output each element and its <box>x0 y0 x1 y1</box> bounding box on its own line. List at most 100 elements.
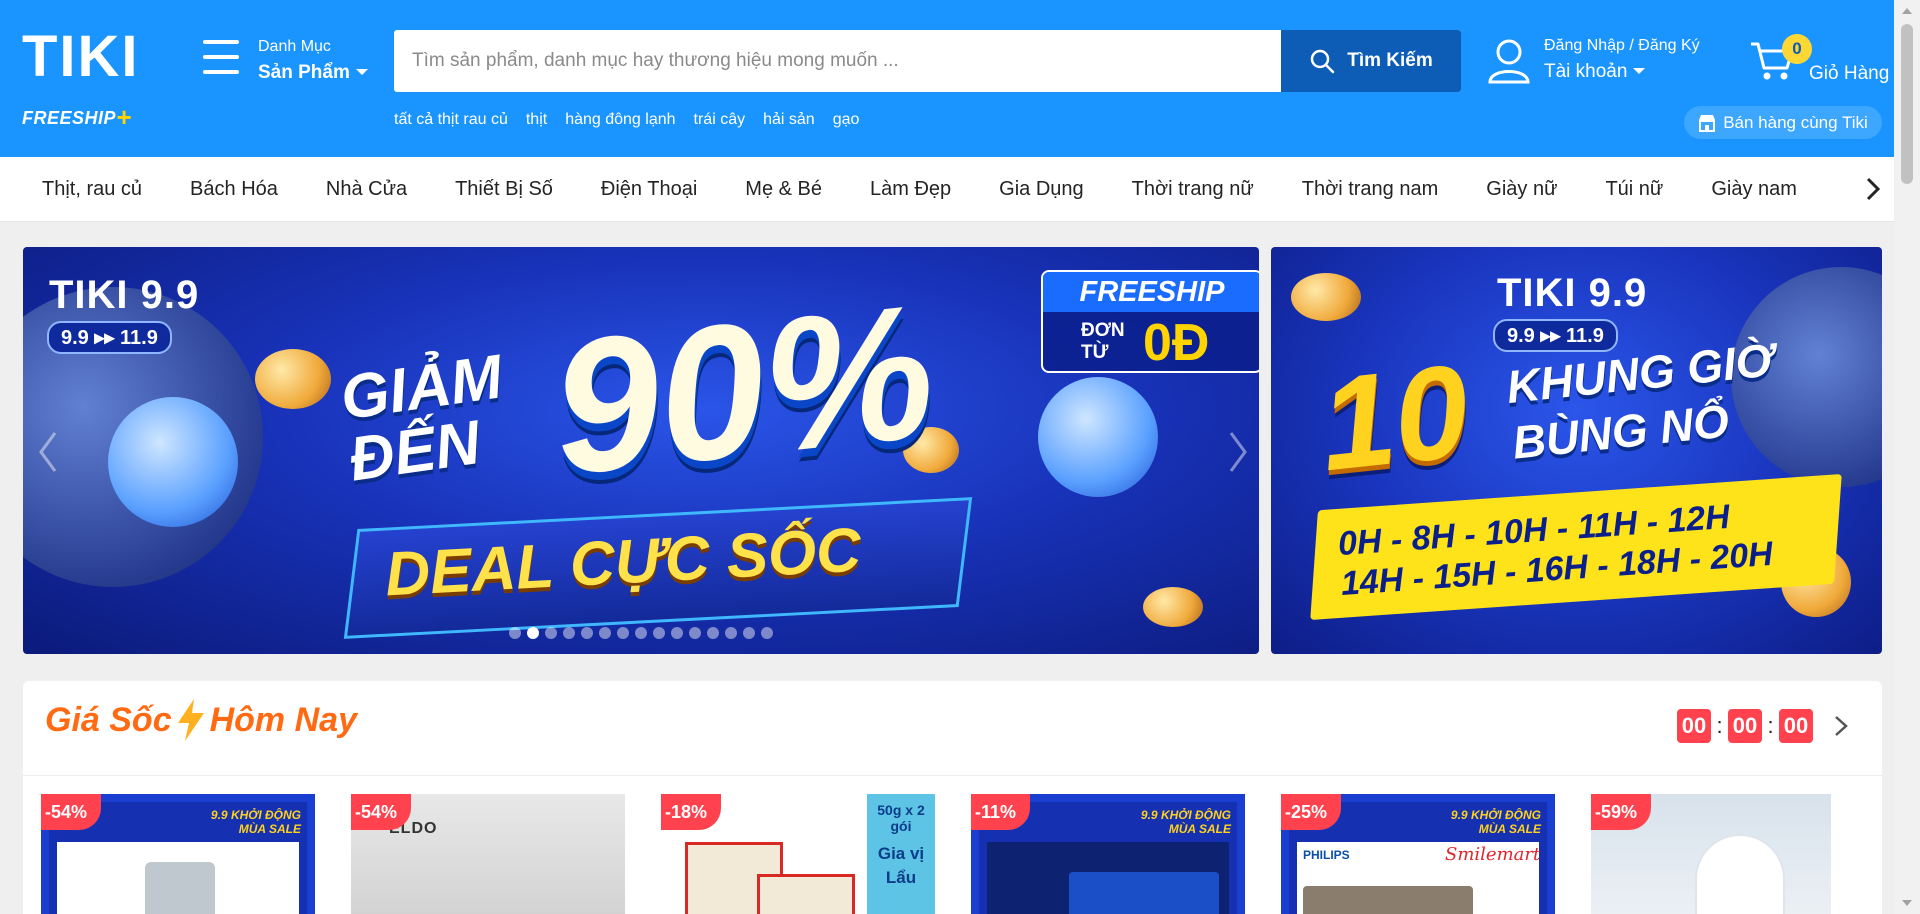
chevron-right-icon[interactable] <box>1223 427 1253 477</box>
chevron-right-icon[interactable] <box>1858 174 1888 204</box>
category-menu-small-label: Danh Mục <box>258 38 331 55</box>
category-item[interactable]: Làm Đẹp <box>870 178 951 201</box>
product-card[interactable]: 9.9 KHỞI ĐỘNG MÙA SALE PHILIPS Smilemart… <box>1281 794 1555 914</box>
slide-dot[interactable] <box>509 627 521 639</box>
flash-sale-section: Giá Sốc Hôm Nay 00 : 00 : 00 9.9 KHỞI ĐỘ… <box>23 681 1882 914</box>
search-bar: Tìm Kiếm <box>394 30 1461 92</box>
brand-label: Smilemart <box>1445 844 1541 865</box>
product-card[interactable]: 50g x 2 gói Gia vị Lẩu -18% <box>661 794 935 914</box>
category-item[interactable]: Giày nam <box>1711 178 1797 201</box>
scroll-down-arrow-icon[interactable] <box>1902 900 1912 906</box>
discount-badge: -54% <box>41 794 102 830</box>
slide-dot[interactable] <box>635 627 647 639</box>
chevron-right-icon[interactable] <box>1831 714 1851 738</box>
slide-dot[interactable] <box>599 627 611 639</box>
freeship-plus-badge: FREESHIP+ <box>22 104 132 130</box>
login-register-label: Đăng Nhập / Đăng Ký <box>1544 37 1700 54</box>
page-scrollbar[interactable] <box>1894 0 1920 914</box>
category-item[interactable]: Bách Hóa <box>190 178 278 201</box>
slide-dot[interactable] <box>671 627 683 639</box>
slide-dot[interactable] <box>725 627 737 639</box>
scroll-thumb[interactable] <box>1901 24 1913 184</box>
coin-decoration <box>1291 273 1361 321</box>
sale-tag: 9.9 KHỞI ĐỘNG MÙA SALE <box>1450 808 1541 836</box>
astronaut-mascot-left <box>108 397 238 527</box>
tiki-99-logo: TIKI 9.9 <box>49 273 200 317</box>
category-item[interactable]: Thời trang nữ <box>1132 178 1254 201</box>
product-box-image <box>1069 872 1219 914</box>
cart-button[interactable]: 0 Giỏ Hàng <box>1749 34 1889 90</box>
spice-packet-image <box>757 874 855 914</box>
khung-gio-headline: KHUNG GIỜ BÙNG NỔ <box>1504 333 1777 469</box>
category-item[interactable]: Điện Thoại <box>601 178 697 201</box>
product-side-text: Gia vị Lẩu <box>877 844 925 887</box>
slide-dot[interactable] <box>545 627 557 639</box>
category-item[interactable]: Nhà Cửa <box>326 178 407 201</box>
freeship-title: FREESHIP <box>1043 272 1259 312</box>
headline-percent: 90% <box>542 264 944 516</box>
quick-link[interactable]: trái cây <box>694 111 746 129</box>
category-list: Thịt, rau củ Bách Hóa Nhà Cửa Thiết Bị S… <box>42 157 1845 222</box>
user-icon <box>1488 39 1530 84</box>
category-bar: Thịt, rau củ Bách Hóa Nhà Cửa Thiết Bị S… <box>0 157 1894 222</box>
quick-link[interactable]: hàng đông lạnh <box>565 111 675 129</box>
category-item[interactable]: Gia Dụng <box>999 178 1084 201</box>
promo-date-range: 9.9 ▸▸ 11.9 <box>1493 319 1618 352</box>
product-card[interactable]: 9.9 KHỞI ĐỘNG MÙA SALE -54% <box>41 794 315 914</box>
slide-dot[interactable] <box>653 627 665 639</box>
main-promo-banner[interactable]: TIKI 9.9 9.9 ▸▸ 11.9 GIẢM ĐẾN 90% DEAL CỰ… <box>23 247 1259 654</box>
slide-dot[interactable] <box>743 627 755 639</box>
slide-dot[interactable] <box>761 627 773 639</box>
freeship-box: FREESHIP ĐƠN TỪ 0Đ <box>1041 270 1259 373</box>
slide-dot[interactable] <box>527 627 539 639</box>
camera-image <box>1695 834 1785 914</box>
account-label: Tài khoản <box>1544 61 1646 83</box>
category-item[interactable]: Mẹ & Bé <box>745 178 822 201</box>
category-item[interactable]: Túi nữ <box>1605 178 1663 201</box>
freeship-amount: 0Đ <box>1143 314 1210 372</box>
quick-link[interactable]: hải sản <box>763 111 815 129</box>
search-input[interactable] <box>394 30 1281 92</box>
plus-icon: + <box>116 102 132 132</box>
chevron-left-icon[interactable] <box>33 427 63 477</box>
countdown-minutes: 00 <box>1728 709 1762 743</box>
sell-with-tiki-button[interactable]: Bán hàng cùng Tiki <box>1684 106 1882 139</box>
countdown-hours: 00 <box>1677 709 1711 743</box>
category-item[interactable]: Giày nữ <box>1486 178 1557 201</box>
product-card[interactable]: -59% <box>1591 794 1831 914</box>
slide-dot[interactable] <box>581 627 593 639</box>
headline-giam-den: GIẢM ĐẾN <box>336 342 507 495</box>
slide-dot[interactable] <box>563 627 575 639</box>
freeship-condition: ĐƠN TỪ <box>1081 320 1125 363</box>
search-icon <box>1310 49 1335 74</box>
category-menu-button[interactable]: Danh Mục Sản Phẩm <box>203 36 373 86</box>
appliance-image <box>1303 886 1473 914</box>
slide-indicator <box>509 627 773 639</box>
category-item[interactable]: Thịt, rau củ <box>42 178 142 201</box>
tiki-logo[interactable]: TIKI <box>22 24 138 90</box>
category-item[interactable]: Thiết Bị Số <box>455 178 553 201</box>
scroll-up-arrow-icon[interactable] <box>1902 8 1912 14</box>
discount-badge: -18% <box>661 794 722 830</box>
category-item[interactable]: Thời trang nam <box>1302 178 1439 201</box>
ten-number: 10 <box>1313 336 1476 499</box>
slide-dot[interactable] <box>689 627 701 639</box>
search-button[interactable]: Tìm Kiếm <box>1281 30 1461 92</box>
coin-decoration <box>1143 587 1203 627</box>
side-promo-banner[interactable]: TIKI 9.9 9.9 ▸▸ 11.9 10 KHUNG GIỜ BÙNG NỔ… <box>1271 247 1882 654</box>
product-card[interactable]: ELDO -54% <box>351 794 625 914</box>
search-button-label: Tìm Kiếm <box>1347 50 1433 71</box>
sale-tag: 9.9 KHỞI ĐỘNG MÙA SALE <box>1140 808 1231 836</box>
product-card[interactable]: 9.9 KHỞI ĐỘNG MÙA SALE -11% <box>971 794 1245 914</box>
mop-bucket-image <box>145 862 215 914</box>
quick-link[interactable]: thịt <box>526 111 547 129</box>
discount-badge: -59% <box>1591 794 1652 830</box>
store-icon <box>1699 114 1716 132</box>
account-menu[interactable]: Đăng Nhập / Đăng Ký Tài khoản <box>1487 34 1707 90</box>
slide-dot[interactable] <box>617 627 629 639</box>
quick-link[interactable]: gạo <box>833 111 860 129</box>
countdown-seconds: 00 <box>1779 709 1813 743</box>
coin-decoration <box>255 349 331 409</box>
quick-link[interactable]: tất cả thịt rau củ <box>394 111 508 129</box>
slide-dot[interactable] <box>707 627 719 639</box>
